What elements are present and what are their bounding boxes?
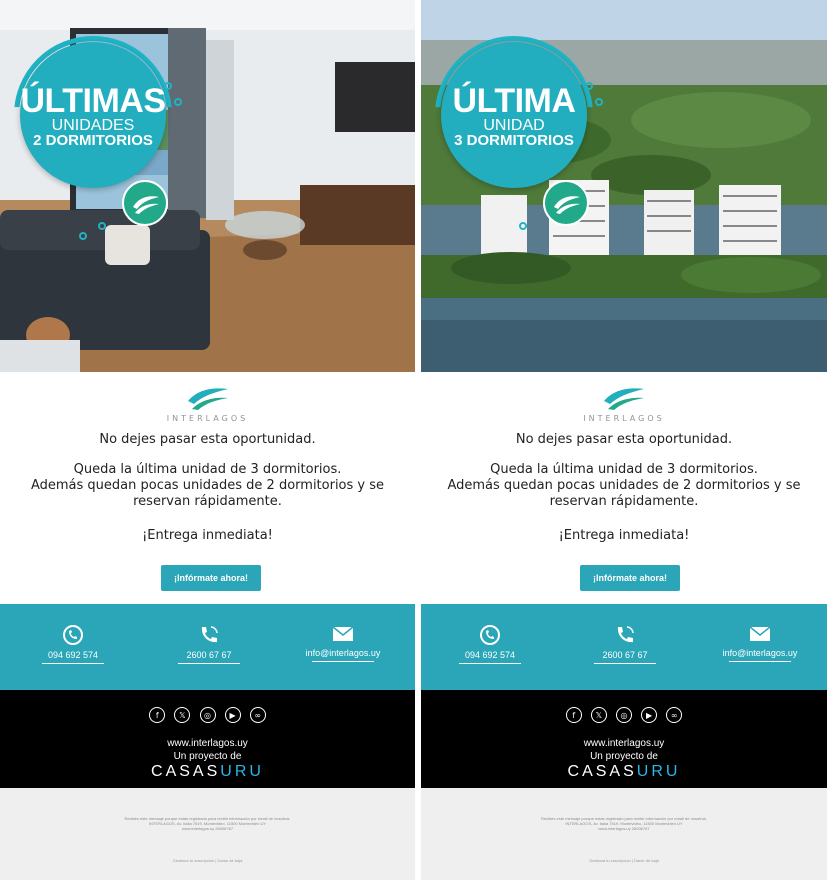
phone-number[interactable]: 2600 67 67 [560,650,690,660]
decor-dot [98,222,106,230]
underline [729,661,791,662]
headline: No dejes pasar esta oportunidad. [99,432,316,447]
info-cta-button[interactable]: ¡Infórmate ahora! [161,565,261,591]
info-cta-button[interactable]: ¡Infórmate ahora! [580,565,680,591]
decor-dot [585,82,593,90]
interlagos-waves-icon [604,388,644,410]
contact-phone[interactable]: 2600 67 67 [144,624,274,664]
body-line-1: Queda la última unidad de 3 dormitorios. [73,462,342,477]
badge-rooms: 2 DORMITORIOS [33,132,153,149]
email-preview-left: ÚLTIMAS UNIDADES 2 DORMITORIOS INTERLAGO… [0,0,415,880]
interlagos-logo-icon [543,180,589,226]
whatsapp-icon [63,625,83,645]
instagram-icon[interactable]: ◎ [616,706,632,723]
underline [312,661,374,662]
casasuru-logo: CASASURU [421,763,827,781]
social-links: f 𝕏 ◎ ▶ ∞ [0,704,415,723]
subscription-links[interactable]: Gestiona tu suscripción | Darse de baja [421,858,827,863]
email-address[interactable]: info@interlagos.uy [695,648,825,658]
youtube-icon[interactable]: ▶ [224,706,241,723]
contact-email[interactable]: info@interlagos.uy [695,624,825,662]
whatsapp-number[interactable]: 094 692 574 [8,650,138,660]
interlagos-logo-icon [122,180,168,226]
casas-wordmark: CASAS [567,763,637,780]
contact-bar: 094 692 574 2600 67 67 info@interlagos.u… [421,604,827,690]
promo-badge: ÚLTIMAS UNIDADES 2 DORMITORIOS [14,36,182,240]
legal-line-3: www.interlagos.uy 26006767 [598,826,650,831]
x-icon[interactable]: 𝕏 [174,706,191,723]
body-line-3: reservan rápidamente. [549,494,699,509]
legal-footer: Recibes este mensaje porque estás regist… [0,788,415,880]
uru-wordmark: URU [636,763,681,780]
body-line-3: reservan rápidamente. [133,494,282,509]
body-line-2: Además quedan pocas unidades de 2 dormit… [30,478,385,493]
subscription-links[interactable]: Gestiona tu suscripción | Darse de baja [0,858,415,863]
brand-name: INTERLAGOS [583,414,665,423]
project-of-label: Un proyecto de [590,751,658,762]
decor-dot [79,232,87,240]
x-icon[interactable]: 𝕏 [590,706,607,723]
social-links: f 𝕏 ◎ ▶ ∞ [421,704,827,723]
dark-footer: f 𝕏 ◎ ▶ ∞ www.interlagos.uy Un proyecto … [0,690,415,788]
hero-image-aerial: ÚLTIMA UNIDAD 3 DORMITORIOS [421,0,827,372]
link-icon[interactable]: ∞ [249,706,266,723]
facebook-icon[interactable]: f [565,706,582,723]
promo-badge: ÚLTIMA UNIDAD 3 DORMITORIOS [435,36,603,230]
interlagos-waves-icon [187,388,228,410]
link-icon[interactable]: ∞ [666,706,683,723]
uru-wordmark: URU [220,763,264,780]
phone-icon [201,626,218,643]
brand-logo [421,385,827,415]
mail-icon [332,626,354,641]
hero-image-living-room: ÚLTIMAS UNIDADES 2 DORMITORIOS [0,0,415,372]
badge-title: ÚLTIMA [452,82,576,120]
badge-rooms: 3 DORMITORIOS [454,132,574,149]
decor-dot [164,82,172,90]
underline [42,663,104,664]
legal-footer: Recibes este mensaje porque estás regist… [421,788,827,880]
delivery-note: ¡Entrega inmediata! [558,528,690,543]
headline: No dejes pasar esta oportunidad. [515,432,733,447]
mail-icon [749,626,771,641]
whatsapp-icon [480,625,500,645]
contact-whatsapp[interactable]: 094 692 574 [425,624,555,664]
phone-icon [617,626,634,643]
contact-bar: 094 692 574 2600 67 67 info@interlagos.u… [0,604,415,690]
contact-email[interactable]: info@interlagos.uy [278,624,408,662]
badge-title: ÚLTIMAS [20,82,166,120]
delivery-note: ¡Entrega inmediata! [142,528,273,543]
facebook-icon[interactable]: f [149,706,166,723]
legal-line-3: www.interlagos.uy 26006767 [181,826,234,831]
dark-footer: f 𝕏 ◎ ▶ ∞ www.interlagos.uy Un proyecto … [421,690,827,788]
website-link[interactable]: www.interlagos.uy [421,738,827,749]
underline [178,663,240,664]
project-of-label: Un proyecto de [173,751,242,762]
email-address[interactable]: info@interlagos.uy [278,648,408,658]
contact-whatsapp[interactable]: 094 692 574 [8,624,138,664]
brand-logo [0,385,415,415]
decor-dot [174,98,182,106]
website-link[interactable]: www.interlagos.uy [0,738,415,749]
email-comparison-canvas: ÚLTIMAS UNIDADES 2 DORMITORIOS INTERLAGO… [0,0,827,880]
contact-phone[interactable]: 2600 67 67 [560,624,690,664]
youtube-icon[interactable]: ▶ [641,706,658,723]
decor-dot [519,222,527,230]
brand-name: INTERLAGOS [166,414,249,423]
instagram-icon[interactable]: ◎ [199,706,216,723]
body-line-1: Queda la última unidad de 3 dormitorios. [490,462,758,477]
whatsapp-number[interactable]: 094 692 574 [425,650,555,660]
email-preview-right: ÚLTIMA UNIDAD 3 DORMITORIOS INTERLAGOS N… [421,0,827,880]
body-line-2: Además quedan pocas unidades de 2 dormit… [447,478,801,493]
underline [594,663,656,664]
casas-wordmark: CASAS [151,763,221,780]
phone-number[interactable]: 2600 67 67 [144,650,274,660]
decor-dot [595,98,603,106]
casasuru-logo: CASASURU [0,763,415,781]
underline [459,663,521,664]
